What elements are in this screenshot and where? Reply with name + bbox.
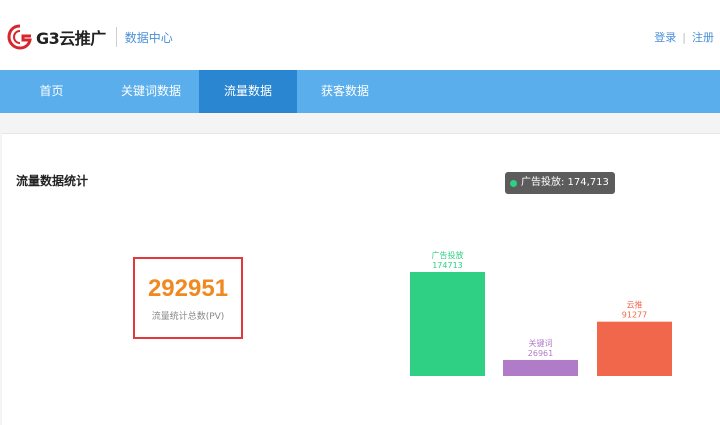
tooltip-text: 广告投放: 174,713	[521, 177, 609, 188]
bar-category-label-2: 云推	[627, 300, 643, 310]
bar-value-label-0: 174713	[432, 261, 463, 270]
traffic-bar-chart: 广告投放174713 关键词26961 云推91277	[410, 250, 672, 376]
bar-category-label-1: 关键词	[529, 338, 553, 348]
chart-tooltip: 广告投放: 174,713	[505, 172, 615, 194]
bar-0[interactable]	[410, 272, 485, 376]
bar-1[interactable]	[503, 359, 578, 376]
bar-value-label-2: 91277	[622, 311, 647, 320]
bar-2[interactable]	[597, 321, 672, 376]
bar-category-label-0: 广告投放	[432, 250, 464, 260]
tooltip-dot-icon	[510, 179, 517, 187]
bar-value-label-1: 26961	[528, 349, 553, 358]
